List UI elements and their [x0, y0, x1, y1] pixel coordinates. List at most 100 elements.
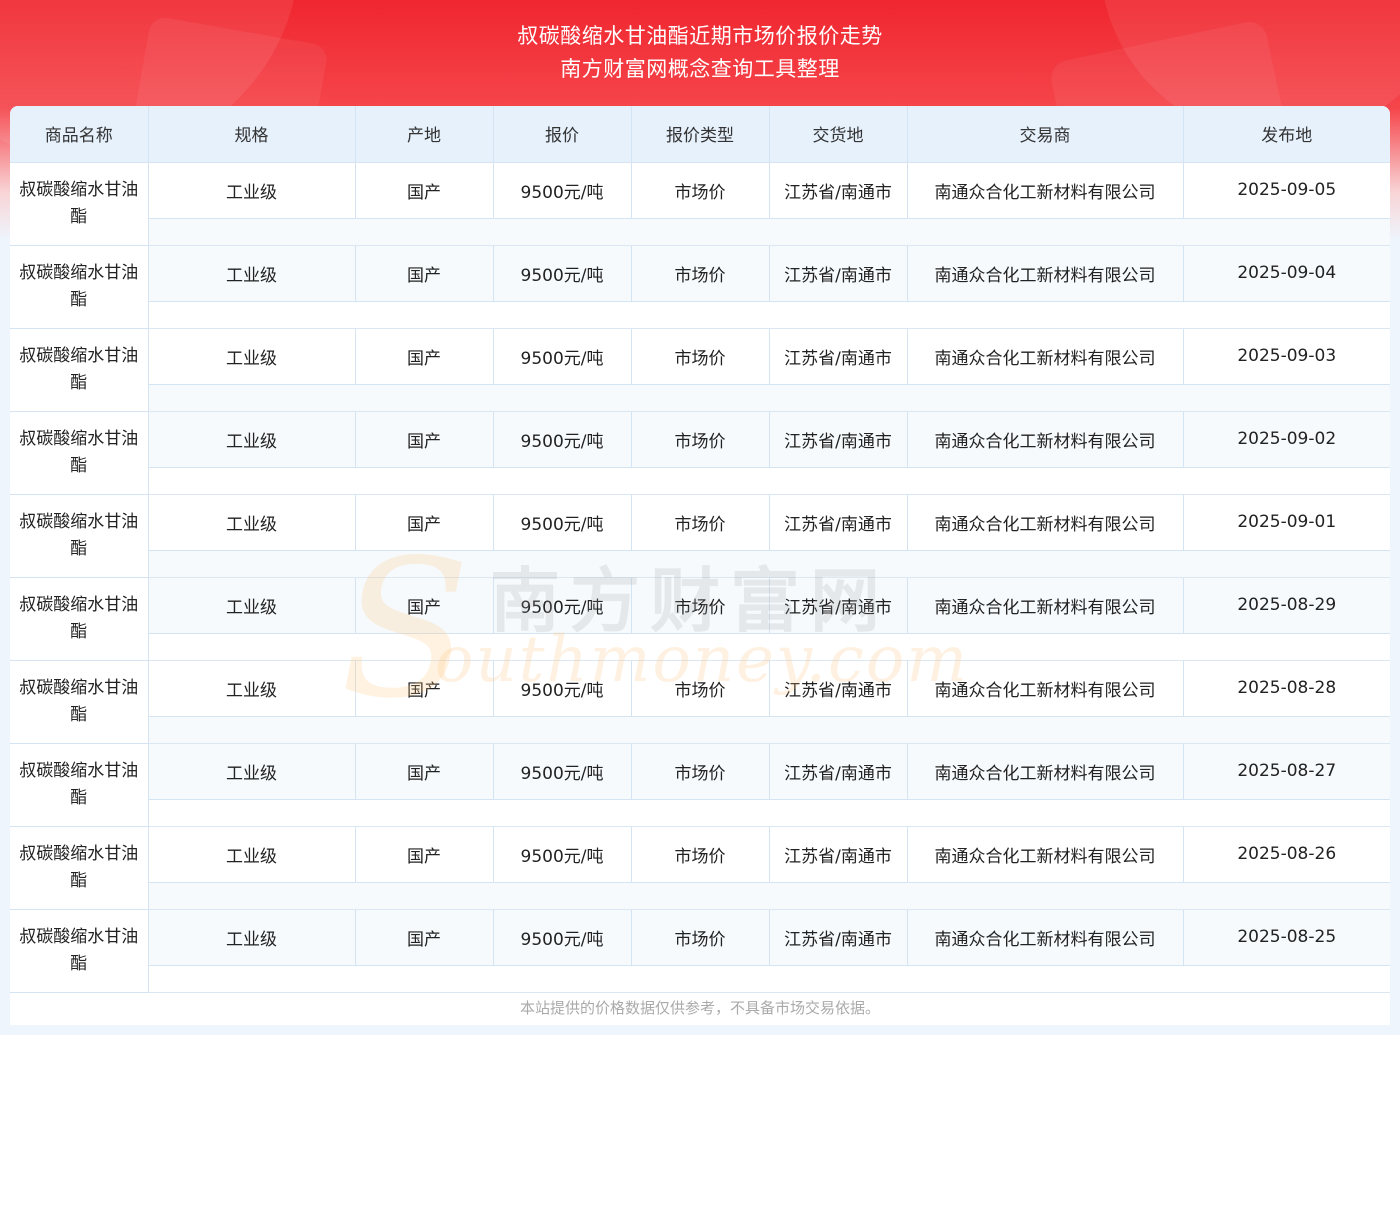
- disclaimer: 本站提供的价格数据仅供参考，不具备市场交易依据。: [519, 999, 880, 1017]
- cell-product-name: 叔碳酸缩水甘油酯: [10, 328, 149, 412]
- cell-price: 9500元/吨: [493, 411, 632, 468]
- cell-price: 9500元/吨: [493, 660, 632, 717]
- table-row-group: 叔碳酸缩水甘油酯 工业级 国产 9500元/吨 市场价 江苏省/南通市 南通众合化工新材料有…: [10, 245, 1390, 329]
- cell-price: 9500元/吨: [493, 909, 632, 966]
- cell-origin: 国产: [355, 162, 494, 219]
- cell-trader: 南通众合化工新材料有限公司: [907, 909, 1184, 966]
- cell-delivery: 江苏省/南通市: [769, 328, 908, 385]
- row-spacer-cell: [148, 301, 1390, 329]
- cell-date: 2025-08-28: [1183, 660, 1390, 717]
- page-subtitle: 南方财富网概念查询工具整理: [560, 57, 840, 81]
- cell-product-name: 叔碳酸缩水甘油酯: [10, 162, 149, 246]
- table-row-group: 叔碳酸缩水甘油酯 工业级 国产 9500元/吨 市场价 江苏省/南通市 南通众合化工新材料有…: [10, 826, 1390, 910]
- cell-product-name: 叔碳酸缩水甘油酯: [10, 826, 149, 910]
- table-row-spacer: [10, 633, 1390, 661]
- cell-origin: 国产: [355, 411, 494, 468]
- table-row-group: 叔碳酸缩水甘油酯 工业级 国产 9500元/吨 市场价 江苏省/南通市 南通众合化工新材料有…: [10, 328, 1390, 412]
- column-header-spec: 规格: [148, 106, 356, 163]
- cell-price-type: 市场价: [631, 660, 770, 717]
- price-table: 商品名称 规格 产地 报价 报价类型 交货地 交易商 发布地 叔碳酸缩水甘油酯工…: [10, 106, 1390, 993]
- cell-origin: 国产: [355, 826, 494, 883]
- cell-product-name: 叔碳酸缩水甘油酯: [10, 411, 149, 495]
- cell-delivery: 江苏省/南通市: [769, 577, 908, 634]
- cell-price-type: 市场价: [631, 909, 770, 966]
- row-spacer-cell: [148, 550, 1390, 578]
- cell-price: 9500元/吨: [493, 826, 632, 883]
- cell-product-name: 叔碳酸缩水甘油酯: [10, 743, 149, 827]
- row-spacer-cell: [148, 882, 1390, 910]
- cell-origin: 国产: [355, 494, 494, 551]
- cell-product-name: 叔碳酸缩水甘油酯: [10, 494, 149, 578]
- cell-trader: 南通众合化工新材料有限公司: [907, 743, 1184, 800]
- cell-date: 2025-08-25: [1183, 909, 1390, 966]
- cell-price: 9500元/吨: [493, 577, 632, 634]
- column-header-origin: 产地: [355, 106, 494, 163]
- cell-delivery: 江苏省/南通市: [769, 909, 908, 966]
- column-header-price: 报价: [493, 106, 632, 163]
- row-spacer-cell: [148, 218, 1390, 246]
- table-row-spacer: [10, 716, 1390, 744]
- table-row-group: 叔碳酸缩水甘油酯 工业级 国产 9500元/吨 市场价 江苏省/南通市 南通众合化工新材料有…: [10, 909, 1390, 993]
- cell-delivery: 江苏省/南通市: [769, 660, 908, 717]
- table-row-spacer: [10, 384, 1390, 412]
- table-row: 叔碳酸缩水甘油酯 工业级 国产 9500元/吨 市场价 江苏省/南通市 南通众合化工新材料有…: [10, 826, 1390, 910]
- cell-price: 9500元/吨: [493, 328, 632, 385]
- cell-origin: 国产: [355, 245, 494, 302]
- cell-product-name: 叔碳酸缩水甘油酯: [10, 245, 149, 329]
- cell-spec: 工业级: [148, 162, 356, 219]
- cell-date: 2025-09-03: [1183, 328, 1390, 385]
- cell-spec: 工业级: [148, 245, 356, 302]
- row-spacer-cell: [148, 633, 1390, 661]
- table-row: 叔碳酸缩水甘油酯 工业级 国产 9500元/吨 市场价 江苏省/南通市 南通众合化工新材料有…: [10, 909, 1390, 993]
- cell-trader: 南通众合化工新材料有限公司: [907, 245, 1184, 302]
- cell-date: 2025-09-01: [1183, 494, 1390, 551]
- column-header-trader: 交易商: [907, 106, 1184, 163]
- cell-delivery: 江苏省/南通市: [769, 411, 908, 468]
- cell-spec: 工业级: [148, 826, 356, 883]
- cell-trader: 南通众合化工新材料有限公司: [907, 328, 1184, 385]
- table-row-spacer: [10, 467, 1390, 495]
- column-header-date: 发布地: [1183, 106, 1390, 163]
- table-row-group: 叔碳酸缩水甘油酯 工业级 国产 9500元/吨 市场价 江苏省/南通市 南通众合化工新材料有…: [10, 411, 1390, 495]
- cell-spec: 工业级: [148, 577, 356, 634]
- cell-trader: 南通众合化工新材料有限公司: [907, 494, 1184, 551]
- cell-delivery: 江苏省/南通市: [769, 826, 908, 883]
- cell-price-type: 市场价: [631, 162, 770, 219]
- cell-spec: 工业级: [148, 328, 356, 385]
- cell-product-name: 叔碳酸缩水甘油酯: [10, 660, 149, 744]
- table-row: 叔碳酸缩水甘油酯 工业级 国产 9500元/吨 市场价 江苏省/南通市 南通众合化工新材料有…: [10, 245, 1390, 329]
- cell-origin: 国产: [355, 328, 494, 385]
- cell-trader: 南通众合化工新材料有限公司: [907, 577, 1184, 634]
- cell-date: 2025-09-04: [1183, 245, 1390, 302]
- cell-date: 2025-09-02: [1183, 411, 1390, 468]
- cell-trader: 南通众合化工新材料有限公司: [907, 162, 1184, 219]
- cell-spec: 工业级: [148, 494, 356, 551]
- table-row-group: 叔碳酸缩水甘油酯 工业级 国产 9500元/吨 市场价 江苏省/南通市 南通众合化工新材料有…: [10, 660, 1390, 744]
- cell-delivery: 江苏省/南通市: [769, 245, 908, 302]
- cell-price: 9500元/吨: [493, 245, 632, 302]
- cell-price-type: 市场价: [631, 245, 770, 302]
- row-spacer-cell: [148, 467, 1390, 495]
- table-row-spacer: [10, 965, 1390, 993]
- row-spacer-cell: [148, 965, 1390, 993]
- cell-delivery: 江苏省/南通市: [769, 162, 908, 219]
- price-table-card: 商品名称 规格 产地 报价 报价类型 交货地 交易商 发布地 叔碳酸缩水甘油酯工…: [10, 106, 1390, 1025]
- cell-price-type: 市场价: [631, 743, 770, 800]
- cell-price: 9500元/吨: [493, 743, 632, 800]
- table-row: 叔碳酸缩水甘油酯 工业级 国产 9500元/吨 市场价 江苏省/南通市 南通众合化工新材料有…: [10, 494, 1390, 578]
- cell-origin: 国产: [355, 909, 494, 966]
- cell-spec: 工业级: [148, 743, 356, 800]
- cell-product-name: 叔碳酸缩水甘油酯: [10, 577, 149, 661]
- cell-price-type: 市场价: [631, 826, 770, 883]
- cell-trader: 南通众合化工新材料有限公司: [907, 826, 1184, 883]
- cell-price: 9500元/吨: [493, 494, 632, 551]
- cell-date: 2025-08-27: [1183, 743, 1390, 800]
- cell-price-type: 市场价: [631, 577, 770, 634]
- cell-price-type: 市场价: [631, 328, 770, 385]
- cell-spec: 工业级: [148, 660, 356, 717]
- cell-origin: 国产: [355, 660, 494, 717]
- table-header-row: 商品名称 规格 产地 报价 报价类型 交货地 交易商 发布地: [10, 106, 1390, 163]
- cell-delivery: 江苏省/南通市: [769, 743, 908, 800]
- cell-delivery: 江苏省/南通市: [769, 494, 908, 551]
- cell-date: 2025-08-29: [1183, 577, 1390, 634]
